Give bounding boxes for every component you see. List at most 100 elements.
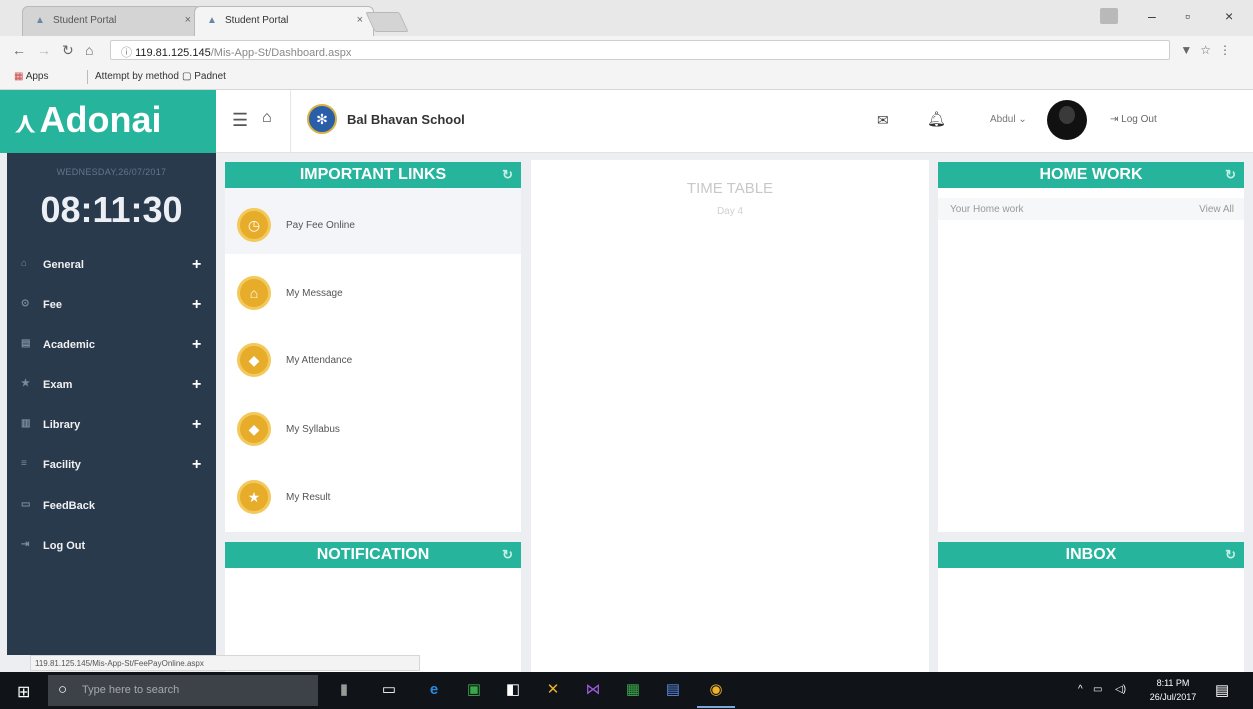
app-header: ⋏ Adonai ☰ ⌂ ✻ Bal Bhavan School ✉ 🔔︎ Abd… — [0, 90, 1253, 153]
forward-arrow-icon[interactable]: → — [37, 42, 51, 58]
avatar[interactable] — [1047, 100, 1087, 140]
notification-panel: NOTIFICATION ↻ — [225, 542, 521, 672]
volume-icon[interactable]: ◁) — [1115, 684, 1126, 695]
minimize-button[interactable]: – — [1148, 8, 1156, 24]
url-host: 119.81.125.145 — [135, 47, 211, 59]
tools-icon[interactable]: ✕ — [542, 679, 564, 701]
menu-kebab-icon[interactable]: ⋮ — [1219, 43, 1239, 57]
refresh-icon[interactable]: ↻ — [1225, 162, 1236, 188]
link-pay-fee-online[interactable]: ◷ Pay Fee Online — [225, 188, 521, 254]
browser-tab-bar: ▲ Student Portal × ▲ Student Portal × – … — [0, 0, 1253, 36]
expand-plus-icon[interactable]: + — [192, 336, 201, 354]
mail-icon[interactable]: ✉ — [877, 112, 889, 129]
address-bar-actions: ▼☆⋮ — [1180, 43, 1239, 57]
back-arrow-icon[interactable]: ← — [12, 42, 26, 58]
browser-tab-active[interactable]: ▲ Student Portal × — [194, 6, 374, 36]
view-all-link[interactable]: View All — [1199, 204, 1234, 215]
expand-plus-icon[interactable]: + — [192, 376, 201, 394]
menu-toggle-icon[interactable]: ☰ — [232, 110, 248, 131]
sidebar: WEDNESDAY,26/07/2017 08:11:30 ⌂ General … — [7, 153, 216, 655]
expand-plus-icon[interactable]: + — [192, 456, 201, 474]
book-icon: ▤ — [21, 338, 31, 349]
expand-plus-icon[interactable]: + — [192, 256, 201, 274]
refresh-icon[interactable]: ↻ — [1225, 542, 1236, 568]
notification-header: NOTIFICATION ↻ — [225, 542, 521, 568]
refresh-icon[interactable]: ↻ — [502, 162, 513, 188]
address-bar-row: ← → ↻ ⌂ ⓘ 119.81.125.145/Mis-App-St/Dash… — [0, 36, 1253, 64]
sidebar-item-general[interactable]: ⌂ General + — [7, 253, 216, 279]
close-tab-icon[interactable]: × — [357, 14, 363, 26]
edge-browser-icon[interactable]: e — [423, 679, 445, 701]
graduation-cap-icon: ◆ — [237, 412, 271, 446]
home-icon[interactable]: ⌂ — [262, 109, 272, 127]
sidebar-clock: 08:11:30 — [40, 189, 183, 230]
brand-name: Adonai — [39, 99, 162, 140]
brand-logo[interactable]: ⋏ Adonai — [0, 90, 216, 153]
sidebar-item-library[interactable]: ▥ Library + — [7, 413, 216, 439]
timetable-title: TIME TABLE — [686, 180, 774, 197]
windows-taskbar: ⊞ ○ Type here to search ▮ ▭ e ▣ ◧ ✕ ⋈ ▦ … — [0, 672, 1253, 709]
chevron-down-icon: ⌄ — [1018, 114, 1027, 125]
apps-grid-icon: ▦ — [14, 71, 24, 82]
user-menu[interactable]: Abdul ⌄ — [990, 114, 1027, 125]
browser-status-url: 119.81.125.145/Mis-App-St/FeePayOnline.a… — [30, 655, 420, 671]
bookmark-separator — [87, 70, 88, 84]
info-icon: ⓘ — [121, 47, 136, 59]
sidebar-item-logout[interactable]: ⇥ Log Out — [7, 534, 216, 560]
link-my-syllabus[interactable]: ◆ My Syllabus — [225, 392, 521, 458]
store-icon[interactable]: ◧ — [502, 679, 524, 701]
sign-out-icon: ⇥ — [1110, 114, 1119, 125]
browser-profile-icon[interactable] — [1100, 8, 1118, 24]
url-input[interactable]: ⓘ 119.81.125.145/Mis-App-St/Dashboard.as… — [110, 40, 1170, 60]
sidebar-item-feedback[interactable]: ▭ FeedBack — [7, 494, 216, 520]
homework-header: HOME WORK ↻ — [938, 162, 1244, 188]
microphone-icon[interactable]: ▮ — [333, 679, 355, 701]
link-my-result[interactable]: ★ My Result — [225, 460, 521, 526]
sidebar-item-fee[interactable]: ⊙ Fee + — [7, 293, 216, 319]
chrome-icon[interactable]: ◉ — [697, 679, 735, 708]
link-my-attendance[interactable]: ◆ My Attendance — [225, 323, 521, 389]
extension-icon[interactable]: ▼ — [1180, 43, 1200, 57]
visual-studio-icon[interactable]: ⋈ — [582, 679, 604, 701]
bookmark-padnet[interactable]: ▢ Padnet — [182, 71, 226, 82]
link-my-message[interactable]: ⌂ My Message — [225, 256, 521, 322]
browser-tab-title: Student Portal — [53, 15, 117, 26]
app-window-icon[interactable]: ▤ — [662, 679, 684, 701]
photos-icon[interactable]: ▣ — [463, 679, 485, 701]
homework-panel: HOME WORK ↻ Your Home work View All — [938, 162, 1244, 532]
bookmark-star-icon[interactable]: ☆ — [1200, 43, 1219, 57]
excel-icon[interactable]: ▦ — [622, 679, 644, 701]
tray-expand-icon[interactable]: ^ — [1078, 684, 1083, 695]
header-divider — [290, 90, 291, 153]
homework-subheader: Your Home work View All — [938, 198, 1244, 220]
network-icon[interactable]: ▭ — [1093, 684, 1102, 695]
search-circle-icon: ○ — [58, 681, 68, 698]
close-tab-icon[interactable]: × — [185, 14, 191, 26]
maximize-button[interactable]: ▫ — [1185, 8, 1190, 24]
refresh-icon[interactable]: ↻ — [502, 542, 513, 568]
bookmark-apps[interactable]: ▦ Apps — [14, 71, 48, 82]
expand-plus-icon[interactable]: + — [192, 416, 201, 434]
facility-icon: ≡ — [21, 458, 27, 469]
logout-icon: ⇥ — [21, 539, 30, 550]
browser-tab[interactable]: ▲ Student Portal × — [22, 6, 202, 36]
bookmark-attempt[interactable]: Attempt by method — [95, 71, 179, 82]
inbox-header: INBOX ↻ — [938, 542, 1244, 568]
logout-link[interactable]: ⇥ Log Out — [1110, 114, 1157, 125]
bell-icon[interactable]: 🔔︎ — [927, 110, 946, 128]
windows-start-icon[interactable]: ⊞ — [17, 682, 30, 702]
expand-plus-icon[interactable]: + — [192, 296, 201, 314]
action-center-icon[interactable]: ▤ — [1215, 681, 1229, 699]
url-path: /Mis-App-St/Dashboard.aspx — [210, 47, 352, 59]
taskbar-clock[interactable]: 8:11 PM 26/Jul/2017 — [1142, 676, 1204, 704]
sidebar-item-exam[interactable]: ★ Exam + — [7, 373, 216, 399]
browser-tab-title: Student Portal — [225, 15, 289, 26]
sidebar-item-academic[interactable]: ▤ Academic + — [7, 333, 216, 359]
close-window-button[interactable]: × — [1225, 8, 1233, 24]
taskbar-search-input[interactable]: ○ Type here to search — [48, 675, 318, 706]
task-view-icon[interactable]: ▭ — [378, 679, 400, 701]
reload-icon[interactable]: ↻ — [62, 42, 74, 59]
sidebar-item-facility[interactable]: ≡ Facility + — [7, 453, 216, 479]
home-icon: ⌂ — [21, 258, 28, 269]
home-icon[interactable]: ⌂ — [85, 42, 93, 58]
